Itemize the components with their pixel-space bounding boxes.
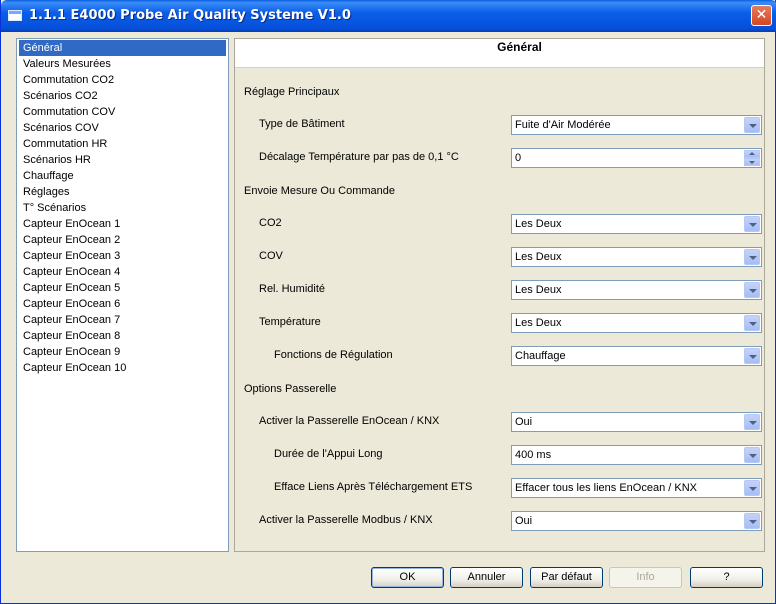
info-button: Info: [609, 567, 682, 588]
ok-button[interactable]: OK: [371, 567, 444, 588]
field-label: Durée de l'Appui Long: [274, 448, 383, 460]
nav-item-commutation-hr[interactable]: Commutation HR: [17, 136, 228, 152]
dialog-window: 1.1.1 E4000 Probe Air Quality Systeme V1…: [0, 0, 776, 604]
section-label: Envoie Mesure Ou Commande: [244, 185, 396, 197]
close-button[interactable]: ✕: [751, 5, 772, 26]
select-value: Chauffage: [515, 350, 566, 362]
decalage-temperature-spinbox[interactable]: 0: [511, 148, 762, 168]
select-value: Fuite d'Air Modérée: [515, 119, 611, 131]
panel-title: Général: [235, 39, 764, 67]
nav-item-general[interactable]: Général: [19, 40, 226, 56]
temperature-select[interactable]: Les Deux: [511, 313, 762, 333]
nav-item-commutation-cov[interactable]: Commutation COV: [17, 104, 228, 120]
efface-liens-select[interactable]: Effacer tous les liens EnOcean / KNX: [511, 478, 762, 498]
field-label: CO2: [259, 217, 282, 229]
field-label: Activer la Passerelle Modbus / KNX: [259, 514, 433, 526]
nav-item-scenarios-hr[interactable]: Scénarios HR: [17, 152, 228, 168]
chevron-down-icon[interactable]: [744, 414, 760, 430]
field-label: Température: [259, 316, 321, 328]
field-label: Activer la Passerelle EnOcean / KNX: [259, 415, 440, 427]
parameter-page-list[interactable]: Général Valeurs Mesurées Commutation CO2…: [16, 38, 229, 552]
type-batiment-select[interactable]: Fuite d'Air Modérée: [511, 115, 762, 135]
select-value: Les Deux: [515, 284, 562, 296]
chevron-down-icon[interactable]: [744, 480, 760, 496]
nav-item-reglages[interactable]: Réglages: [17, 184, 228, 200]
chevron-down-icon[interactable]: [744, 348, 760, 364]
select-value: Les Deux: [515, 251, 562, 263]
passerelle-modbus-select[interactable]: Oui: [511, 511, 762, 531]
window-title: 1.1.1 E4000 Probe Air Quality Systeme V1…: [29, 8, 351, 23]
select-value: Les Deux: [515, 317, 562, 329]
nav-item-t-scenarios[interactable]: T° Scénarios: [17, 200, 228, 216]
nav-item-capteur-enocean-9[interactable]: Capteur EnOcean 9: [17, 344, 228, 360]
chevron-down-icon[interactable]: [744, 249, 760, 265]
default-button[interactable]: Par défaut: [530, 567, 603, 588]
parameter-form: Réglage Principaux Type de Bâtiment Fuit…: [235, 67, 764, 551]
field-label: Fonctions de Régulation: [274, 349, 393, 361]
row-passerelle-modbus: Activer la Passerelle Modbus / KNX Oui: [235, 511, 764, 531]
section-envoie-mesure: Envoie Mesure Ou Commande: [235, 182, 764, 202]
chevron-down-icon[interactable]: [744, 315, 760, 331]
row-fonctions-regulation: Fonctions de Régulation Chauffage: [235, 346, 764, 366]
nav-item-capteur-enocean-7[interactable]: Capteur EnOcean 7: [17, 312, 228, 328]
nav-item-capteur-enocean-8[interactable]: Capteur EnOcean 8: [17, 328, 228, 344]
row-passerelle-enocean: Activer la Passerelle EnOcean / KNX Oui: [235, 412, 764, 432]
section-label: Réglage Principaux: [244, 86, 340, 98]
humidite-select[interactable]: Les Deux: [511, 280, 762, 300]
row-duree-appui-long: Durée de l'Appui Long 400 ms: [235, 445, 764, 465]
regulation-select[interactable]: Chauffage: [511, 346, 762, 366]
chevron-down-icon[interactable]: [744, 282, 760, 298]
section-label: Options Passerelle: [244, 383, 337, 395]
row-co2: CO2 Les Deux: [235, 214, 764, 234]
field-label: Décalage Température par pas de 0,1 °C: [259, 151, 459, 163]
cov-select[interactable]: Les Deux: [511, 247, 762, 267]
chevron-down-icon[interactable]: [744, 117, 760, 133]
row-type-batiment: Type de Bâtiment Fuite d'Air Modérée: [235, 115, 764, 135]
nav-item-commutation-co2[interactable]: Commutation CO2: [17, 72, 228, 88]
cancel-button[interactable]: Annuler: [450, 567, 523, 588]
nav-item-capteur-enocean-3[interactable]: Capteur EnOcean 3: [17, 248, 228, 264]
row-cov: COV Les Deux: [235, 247, 764, 267]
nav-item-valeurs-mesurees[interactable]: Valeurs Mesurées: [17, 56, 228, 72]
select-value: Oui: [515, 416, 533, 428]
parameter-panel: Général Réglage Principaux Type de Bâtim…: [234, 38, 765, 552]
nav-item-capteur-enocean-6[interactable]: Capteur EnOcean 6: [17, 296, 228, 312]
select-value: Effacer tous les liens EnOcean / KNX: [515, 482, 697, 494]
nav-item-capteur-enocean-1[interactable]: Capteur EnOcean 1: [17, 216, 228, 232]
row-temperature: Température Les Deux: [235, 313, 764, 333]
spin-down-icon[interactable]: [744, 158, 760, 166]
select-value: Oui: [515, 515, 533, 527]
section-reglage-principaux: Réglage Principaux: [235, 83, 764, 103]
passerelle-enocean-select[interactable]: Oui: [511, 412, 762, 432]
nav-item-capteur-enocean-5[interactable]: Capteur EnOcean 5: [17, 280, 228, 296]
field-label: Type de Bâtiment: [259, 118, 345, 130]
nav-item-scenarios-co2[interactable]: Scénarios CO2: [17, 88, 228, 104]
spin-buttons: [744, 150, 760, 166]
chevron-down-icon[interactable]: [744, 447, 760, 463]
chevron-down-icon[interactable]: [744, 513, 760, 529]
select-value: 400 ms: [515, 449, 552, 461]
title-bar[interactable]: 1.1.1 E4000 Probe Air Quality Systeme V1…: [1, 0, 776, 32]
row-decalage-temperature: Décalage Température par pas de 0,1 °C 0: [235, 148, 764, 168]
nav-item-capteur-enocean-2[interactable]: Capteur EnOcean 2: [17, 232, 228, 248]
window-app-icon: [8, 10, 22, 21]
duree-appui-long-select[interactable]: 400 ms: [511, 445, 762, 465]
nav-item-capteur-enocean-10[interactable]: Capteur EnOcean 10: [17, 360, 228, 376]
spinbox-value[interactable]: 0: [515, 152, 521, 164]
nav-item-chauffage[interactable]: Chauffage: [17, 168, 228, 184]
nav-item-capteur-enocean-4[interactable]: Capteur EnOcean 4: [17, 264, 228, 280]
field-label: COV: [259, 250, 283, 262]
row-humidite: Rel. Humidité Les Deux: [235, 280, 764, 300]
field-label: Rel. Humidité: [259, 283, 326, 295]
section-options-passerelle: Options Passerelle: [235, 380, 764, 400]
co2-select[interactable]: Les Deux: [511, 214, 762, 234]
row-efface-liens: Efface Liens Après Téléchargement ETS Ef…: [235, 478, 764, 498]
help-button[interactable]: ?: [690, 567, 763, 588]
chevron-down-icon[interactable]: [744, 216, 760, 232]
spin-up-icon[interactable]: [744, 150, 760, 158]
field-label: Efface Liens Après Téléchargement ETS: [274, 481, 473, 493]
nav-item-scenarios-cov[interactable]: Scénarios COV: [17, 120, 228, 136]
select-value: Les Deux: [515, 218, 562, 230]
